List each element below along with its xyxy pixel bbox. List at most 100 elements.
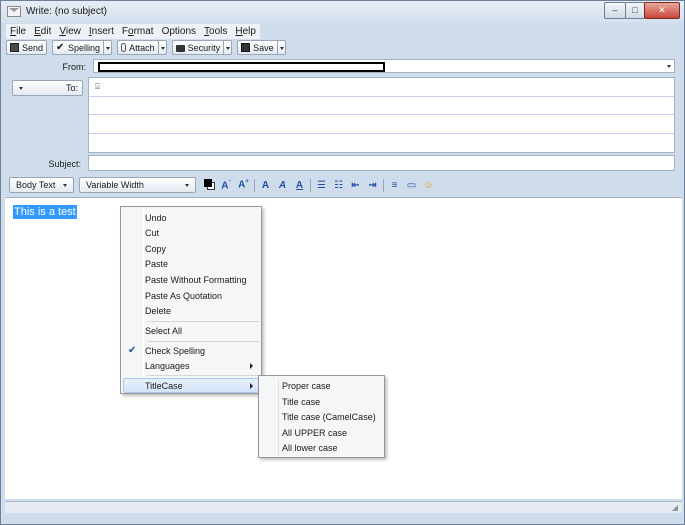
smiley-icon[interactable]: ☺ <box>422 180 435 191</box>
italic-icon[interactable]: A <box>276 180 289 191</box>
format-icon-group: A⁻ A+ A A A ☰ ☷ ⇤ ⇥ ≡ ▭ ☺ <box>203 178 435 192</box>
menu-options-label: Options <box>161 26 197 37</box>
spelling-split-button: ✔ Spelling <box>52 40 113 56</box>
menu-item-undo[interactable]: Undo <box>145 212 167 224</box>
attach-button[interactable]: Attach <box>117 40 158 55</box>
menu-help[interactable]: Help <box>231 24 260 39</box>
insert-icon[interactable]: ▭ <box>405 180 418 191</box>
larger-font-icon[interactable]: A+ <box>237 179 250 190</box>
window-title: Write: (no subject) <box>26 6 107 17</box>
spelling-check-icon: ✔ <box>56 42 65 53</box>
minimize-button[interactable]: – <box>604 2 626 19</box>
menu-format-label: rmat <box>133 26 154 37</box>
menu-item-select-all[interactable]: Select All <box>145 325 182 337</box>
save-button[interactable]: Save <box>237 40 277 55</box>
menu-item-all-upper-case[interactable]: All UPPER case <box>282 427 347 439</box>
subject-input[interactable] <box>88 155 675 171</box>
menu-item-titlecase[interactable]: TitleCase <box>145 380 183 392</box>
menu-format[interactable]: Format <box>118 24 158 39</box>
indent-icon[interactable]: ⇥ <box>366 180 379 191</box>
menu-item-paste-as-quotation[interactable]: Paste As Quotation <box>145 290 222 302</box>
menu-file-label: ile <box>16 26 27 37</box>
selected-body-text[interactable]: This is a test <box>13 205 77 219</box>
paperclip-icon <box>121 43 127 52</box>
bullet-list-icon[interactable]: ☰ <box>315 180 328 191</box>
menu-item-check-spelling[interactable]: Check Spelling <box>145 345 205 357</box>
save-dropdown-button[interactable] <box>276 40 286 55</box>
menu-item-copy[interactable]: Copy <box>145 243 166 255</box>
submenu-arrow-icon <box>250 383 253 389</box>
menu-item-title-case[interactable]: Title case <box>282 396 320 408</box>
security-dropdown-button[interactable] <box>223 40 233 55</box>
menu-edit[interactable]: Edit <box>30 24 55 39</box>
close-button[interactable]: ✕ <box>644 2 680 19</box>
send-icon <box>10 43 19 52</box>
menu-help-mnemonic: H <box>235 26 243 37</box>
title-bar: Write: (no subject) – □ ✕ <box>1 1 684 23</box>
separator <box>383 178 384 192</box>
menu-item-languages[interactable]: Languages <box>145 360 190 372</box>
menu-insert-label: nsert <box>91 26 114 37</box>
security-button-label: Security <box>187 42 221 53</box>
recipient-row[interactable] <box>89 115 674 134</box>
paragraph-style-select[interactable]: Body Text <box>9 177 74 193</box>
send-button[interactable]: Send <box>6 40 48 55</box>
text-color-picker[interactable] <box>203 178 216 192</box>
from-select[interactable] <box>93 59 675 73</box>
security-split-button: Security <box>171 40 233 56</box>
smaller-font-icon[interactable]: A⁻ <box>220 179 233 191</box>
address-header: From: To: ⍓ Subject: <box>6 57 675 174</box>
menu-file[interactable]: File <box>6 24 30 39</box>
text-color-swatch <box>204 179 212 187</box>
underline-icon[interactable]: A <box>293 180 306 191</box>
lock-icon <box>175 45 185 52</box>
recipient-row[interactable]: ⍓ <box>89 78 674 97</box>
menu-item-all-lower-case[interactable]: All lower case <box>282 442 338 454</box>
security-button[interactable]: Security <box>171 40 224 55</box>
recipient-list[interactable]: ⍓ <box>88 77 675 153</box>
menu-item-title-case-camelcase[interactable]: Title case (CamelCase) <box>282 411 376 423</box>
menu-gutter <box>143 209 144 391</box>
attach-dropdown-button[interactable] <box>157 40 167 55</box>
resize-grip-icon[interactable]: ◢ <box>672 503 678 512</box>
menu-options[interactable]: Options <box>158 24 200 39</box>
chevron-down-icon <box>667 65 671 68</box>
maximize-button[interactable]: □ <box>625 2 645 19</box>
menu-gutter <box>278 378 279 456</box>
recipient-row[interactable] <box>89 134 674 153</box>
recipient-row[interactable] <box>89 97 674 115</box>
save-button-label: Save <box>253 42 274 53</box>
floppy-disk-icon <box>241 43 251 52</box>
address-book-icon: ⍓ <box>95 82 100 91</box>
context-menu: Undo Cut Copy Paste Paste Without Format… <box>120 206 262 394</box>
align-icon[interactable]: ≡ <box>388 180 401 191</box>
chevron-down-icon <box>19 87 23 90</box>
mail-compose-icon <box>7 6 21 17</box>
send-button-label: Send <box>22 42 44 53</box>
menu-item-cut[interactable]: Cut <box>145 227 159 239</box>
menu-edit-mnemonic: E <box>34 26 41 37</box>
subject-label: Subject: <box>48 159 81 169</box>
menu-view-label: iew <box>65 26 81 37</box>
spelling-dropdown-button[interactable] <box>103 40 113 55</box>
attach-button-label: Attach <box>129 42 155 53</box>
bold-icon[interactable]: A <box>259 180 272 191</box>
from-label: From: <box>62 62 87 72</box>
menu-help-label: elp <box>242 26 256 37</box>
menu-item-delete[interactable]: Delete <box>145 305 171 317</box>
menu-item-paste-without-formatting[interactable]: Paste Without Formatting <box>145 274 247 286</box>
compose-toolbar: Send ✔ Spelling Attach Security Save <box>6 40 286 56</box>
font-select[interactable]: Variable Width <box>79 177 196 193</box>
menu-item-paste[interactable]: Paste <box>145 258 168 270</box>
checkmark-icon: ✔ <box>128 345 137 356</box>
to-type-button[interactable]: To: <box>12 80 83 96</box>
menu-item-proper-case[interactable]: Proper case <box>282 380 331 392</box>
spelling-button[interactable]: ✔ Spelling <box>52 40 104 55</box>
menu-tools[interactable]: Tools <box>200 24 231 39</box>
menu-insert[interactable]: Insert <box>85 24 118 39</box>
menu-edit-label: dit <box>40 26 52 37</box>
numbered-list-icon[interactable]: ☷ <box>332 180 345 191</box>
menu-view[interactable]: View <box>55 24 85 39</box>
outdent-icon[interactable]: ⇤ <box>349 180 362 191</box>
separator <box>310 178 311 192</box>
